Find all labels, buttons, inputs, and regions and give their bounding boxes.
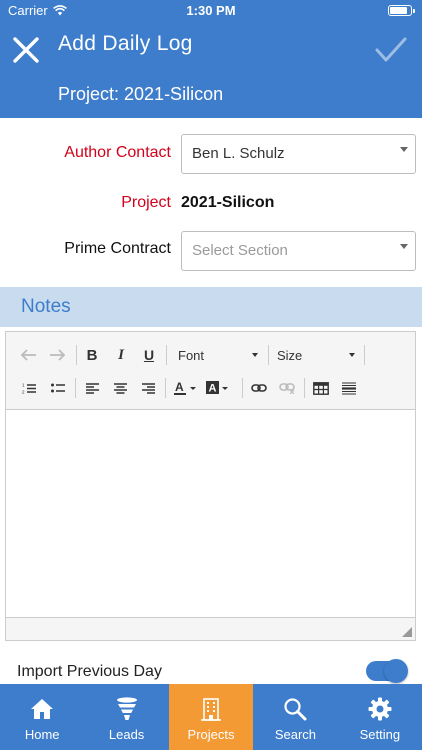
project-value: 2021-Silicon [181, 194, 275, 211]
toolbar-divider [166, 345, 167, 365]
toolbar-divider [364, 345, 365, 365]
tab-search-label: Search [274, 727, 317, 742]
toolbar-divider [268, 345, 269, 365]
numbered-list-icon[interactable]: 12 [18, 377, 40, 399]
author-contact-value: Ben L. Schulz [192, 145, 285, 162]
svg-text:A: A [209, 383, 217, 395]
align-left-icon[interactable] [81, 377, 103, 399]
building-icon [201, 698, 222, 721]
notes-text-area[interactable] [6, 410, 415, 617]
unlink-icon[interactable] [276, 377, 298, 399]
prime-contract-select[interactable]: Select Section [181, 231, 416, 271]
chevron-down-icon [252, 353, 258, 357]
toggle-knob [384, 659, 408, 683]
tab-projects-label: Projects [187, 727, 235, 742]
toolbar-divider [242, 378, 243, 398]
tab-projects[interactable]: Projects [168, 684, 254, 750]
page-title: Add Daily Log [58, 32, 193, 55]
bottom-tab-bar: Home Leads Projects Search Setting [0, 684, 422, 750]
undo-icon[interactable] [18, 344, 40, 366]
import-previous-day-toggle[interactable] [366, 659, 408, 683]
resize-handle-icon[interactable] [402, 627, 412, 637]
tab-leads[interactable]: Leads [84, 684, 168, 750]
gear-icon [368, 697, 392, 721]
funnel-icon [116, 697, 137, 720]
svg-text:A: A [175, 380, 184, 394]
redo-icon[interactable] [46, 344, 68, 366]
link-icon[interactable] [248, 377, 270, 399]
clock: 1:30 PM [186, 3, 236, 18]
author-contact-select[interactable]: Ben L. Schulz [181, 134, 416, 174]
author-contact-label: Author Contact [64, 144, 171, 161]
prime-contract-placeholder: Select Section [192, 242, 288, 259]
editor-status-bar [6, 617, 415, 640]
font-dropdown-label: Font [178, 347, 205, 363]
horizontal-rule-icon[interactable] [338, 377, 360, 399]
svg-text:1: 1 [22, 383, 25, 388]
toolbar-divider [76, 345, 77, 365]
size-dropdown[interactable]: Size [277, 344, 355, 366]
font-dropdown[interactable]: Font [178, 344, 258, 366]
prime-contract-label: Prime Contract [64, 240, 171, 257]
import-previous-day-row: Import Previous Day [0, 656, 422, 686]
save-check-icon[interactable] [374, 35, 408, 65]
toolbar-divider [165, 378, 166, 398]
align-center-icon[interactable] [109, 377, 131, 399]
notes-section-header: Notes [0, 287, 422, 327]
toolbar-divider [75, 378, 76, 398]
size-dropdown-label: Size [277, 347, 303, 363]
prime-contract-row: Prime Contract Select Section [0, 231, 422, 271]
text-color-icon[interactable]: A [172, 377, 202, 399]
highlight-color-icon[interactable]: A [204, 377, 234, 399]
notes-editor: B I U Font Size 12 A A [5, 331, 416, 641]
tab-leads-label: Leads [108, 727, 145, 742]
underline-icon[interactable]: U [138, 344, 160, 366]
tab-setting[interactable]: Setting [338, 684, 422, 750]
tab-home[interactable]: Home [0, 684, 84, 750]
project-subtitle: Project: 2021-Silicon [58, 84, 224, 104]
dropdown-caret-icon [400, 244, 408, 249]
bold-icon[interactable]: B [81, 344, 103, 366]
italic-icon[interactable]: I [110, 344, 132, 366]
table-icon[interactable] [310, 377, 332, 399]
svg-text:2: 2 [22, 390, 25, 395]
toolbar-divider [304, 378, 305, 398]
notes-title: Notes [21, 296, 71, 317]
tab-home-label: Home [24, 727, 60, 742]
editor-toolbar: B I U Font Size 12 A A [6, 332, 415, 410]
home-icon [31, 699, 54, 719]
bullet-list-icon[interactable] [47, 377, 69, 399]
status-bar: Carrier 1:30 PM [0, 0, 422, 22]
project-label: Project [121, 194, 171, 211]
search-icon [284, 698, 307, 721]
author-contact-row: Author Contact Ben L. Schulz [0, 134, 422, 174]
battery-icon [388, 5, 415, 16]
tab-search[interactable]: Search [253, 684, 337, 750]
tab-setting-label: Setting [359, 727, 401, 742]
align-right-icon[interactable] [137, 377, 159, 399]
import-previous-day-label: Import Previous Day [17, 663, 162, 680]
close-icon[interactable] [10, 34, 42, 66]
chevron-down-icon [349, 353, 355, 357]
dropdown-caret-icon [400, 147, 408, 152]
app-header: Add Daily Log Project: 2021-Silicon [0, 22, 422, 118]
project-row: Project 2021-Silicon [0, 192, 422, 216]
